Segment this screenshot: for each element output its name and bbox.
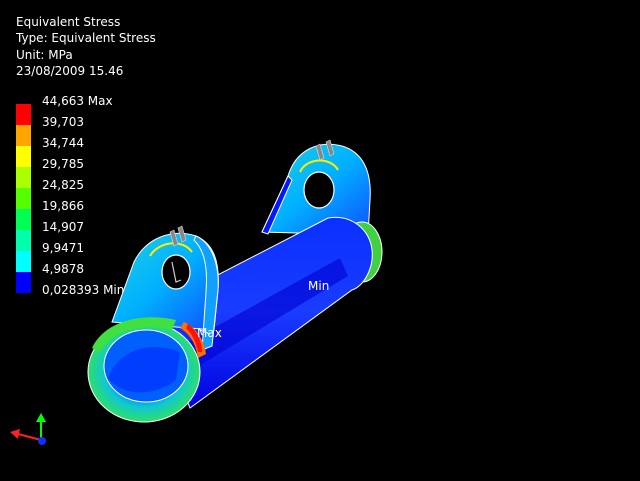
- z-axis-icon: [38, 437, 46, 445]
- front-lug-hole: [161, 254, 191, 290]
- x-axis-icon: [17, 433, 42, 441]
- y-axis-arrow-icon: [36, 413, 46, 422]
- max-label: Max: [197, 326, 222, 340]
- min-label: Min: [308, 279, 329, 293]
- max-probe: Max: [197, 326, 222, 340]
- model-viewport[interactable]: Max Min: [0, 0, 640, 481]
- x-axis-arrow-icon: [10, 429, 20, 439]
- min-probe: Min: [308, 279, 329, 293]
- back-lug-hole: [303, 171, 335, 209]
- axis-triad: [10, 413, 46, 445]
- bracket-model: [87, 139, 383, 423]
